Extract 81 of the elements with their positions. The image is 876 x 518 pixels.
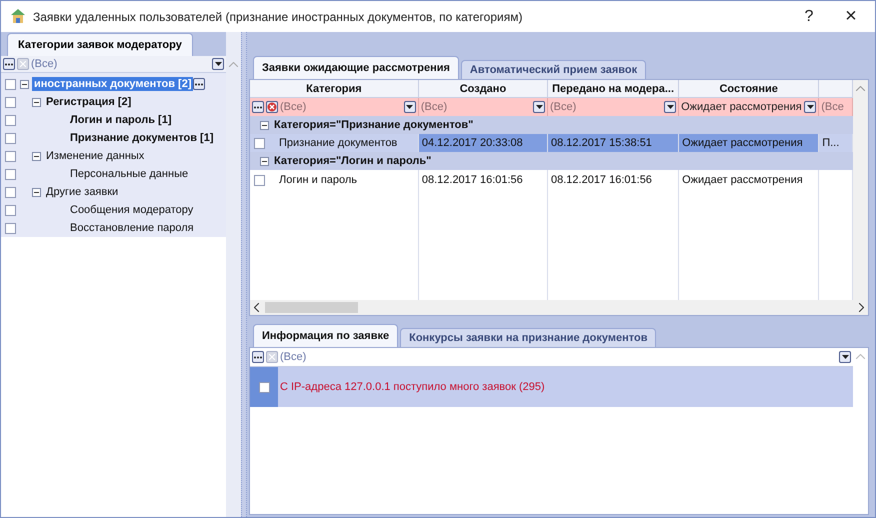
ellipsis-icon xyxy=(254,106,262,108)
caret-icon xyxy=(806,105,814,109)
tree-item[interactable]: Персональные данные xyxy=(68,167,190,181)
table-cell: 08.12.2017 16:01:56 xyxy=(422,174,523,186)
caret-icon xyxy=(536,105,542,109)
checkbox[interactable] xyxy=(5,204,16,216)
clear-icon xyxy=(269,354,275,360)
tree-item[interactable]: Регистрация [2] xyxy=(44,95,134,109)
checkbox[interactable] xyxy=(5,222,16,234)
checkbox[interactable] xyxy=(5,114,16,126)
clear-filter-button[interactable] xyxy=(266,101,278,113)
table-cell: 04.12.2017 20:33:08 xyxy=(422,137,523,149)
scroll-left-icon[interactable] xyxy=(254,303,259,312)
scroll-right-icon[interactable] xyxy=(859,303,864,312)
collapse-icon[interactable] xyxy=(20,80,29,88)
dropdown-button[interactable] xyxy=(804,101,816,113)
ellipsis-icon xyxy=(195,82,204,86)
collapse-icon[interactable] xyxy=(260,156,269,166)
table-cell: Ожидает рассмотрения xyxy=(682,174,803,186)
group-header: Категория="Признание документов" xyxy=(274,119,474,131)
scrollbar-thumb[interactable] xyxy=(265,302,358,313)
table-cell: 08.12.2017 16:01:56 xyxy=(551,174,652,186)
checkbox[interactable] xyxy=(5,132,16,144)
table-cell: Признание документов xyxy=(279,137,398,149)
column-header[interactable]: Создано xyxy=(418,80,548,98)
tree-item[interactable]: Логин и пароль [1] xyxy=(68,113,174,127)
dropdown-button[interactable] xyxy=(664,101,676,113)
ellipsis-button[interactable] xyxy=(193,78,206,90)
checkbox[interactable] xyxy=(254,174,265,186)
tree-item[interactable]: Восстановление пароля xyxy=(68,221,196,235)
ellipsis-button[interactable] xyxy=(252,101,264,113)
table-cell: Ожидает рассмотрения xyxy=(682,137,803,149)
dropdown-button[interactable] xyxy=(839,351,851,363)
column-header[interactable]: Состояние xyxy=(679,80,820,98)
group-header: Категория="Логин и пароль" xyxy=(274,155,432,167)
checkbox[interactable] xyxy=(254,138,265,148)
caret-icon xyxy=(666,105,674,109)
ellipsis-icon xyxy=(5,62,13,66)
clear-icon xyxy=(267,102,277,112)
dropdown-button[interactable] xyxy=(212,58,224,70)
checkbox[interactable] xyxy=(5,168,16,180)
column-header[interactable]: Передано на модера... xyxy=(548,80,680,98)
tree-item[interactable]: Сообщения модератору xyxy=(68,203,196,217)
tab[interactable]: Информация по заявке xyxy=(253,324,398,347)
dropdown-button[interactable] xyxy=(533,101,545,113)
tab[interactable]: Конкурсы заявки на признание документов xyxy=(400,328,656,347)
caret-icon xyxy=(842,355,848,359)
app-icon xyxy=(9,8,27,26)
help-button[interactable]: ? xyxy=(791,8,827,26)
ellipsis-button[interactable] xyxy=(3,58,15,70)
collapse-icon[interactable] xyxy=(32,152,41,160)
tab[interactable]: Автоматический прием заявок xyxy=(460,60,646,79)
collapse-icon[interactable] xyxy=(32,188,41,196)
tab[interactable]: Заявки ожидающие рассмотрения xyxy=(253,56,459,79)
ellipsis-icon xyxy=(254,356,262,358)
tree-item[interactable]: Признание документов [1] xyxy=(68,131,216,145)
tree-item[interactable]: Другие заявки xyxy=(44,185,120,199)
caret-icon xyxy=(214,62,222,66)
checkbox[interactable] xyxy=(5,78,16,90)
column-header[interactable]: Категория xyxy=(250,80,419,98)
ellipsis-button[interactable] xyxy=(252,351,264,363)
filter-value: (Все) xyxy=(280,351,308,363)
filter-value: (Все) xyxy=(31,58,58,70)
tree-item[interactable]: Изменение данных xyxy=(44,149,146,163)
checkbox[interactable] xyxy=(5,96,16,108)
table-cell: 08.12.2017 15:38:51 xyxy=(551,137,652,149)
tree-item[interactable]: иностранных документов [2] xyxy=(32,77,194,91)
message-text: С IP-адреса 127.0.0.1 поступило много заявок (295) xyxy=(279,381,545,393)
table-cell: Логин и пароль xyxy=(279,174,358,186)
dropdown-button[interactable] xyxy=(404,101,416,113)
checkbox[interactable] xyxy=(258,382,270,392)
caret-icon xyxy=(406,105,414,109)
tab[interactable]: Категории заявок модератору xyxy=(7,33,193,56)
checkbox[interactable] xyxy=(5,150,16,162)
collapse-icon[interactable] xyxy=(32,98,41,106)
collapse-icon[interactable] xyxy=(260,120,269,130)
clear-icon xyxy=(20,61,26,67)
close-button[interactable]: × xyxy=(833,5,869,28)
window-title: Заявки удаленных пользователей (признание иностранных документов, по категориям) xyxy=(33,10,524,24)
checkbox[interactable] xyxy=(5,186,16,198)
table-cell: П... xyxy=(822,137,840,149)
